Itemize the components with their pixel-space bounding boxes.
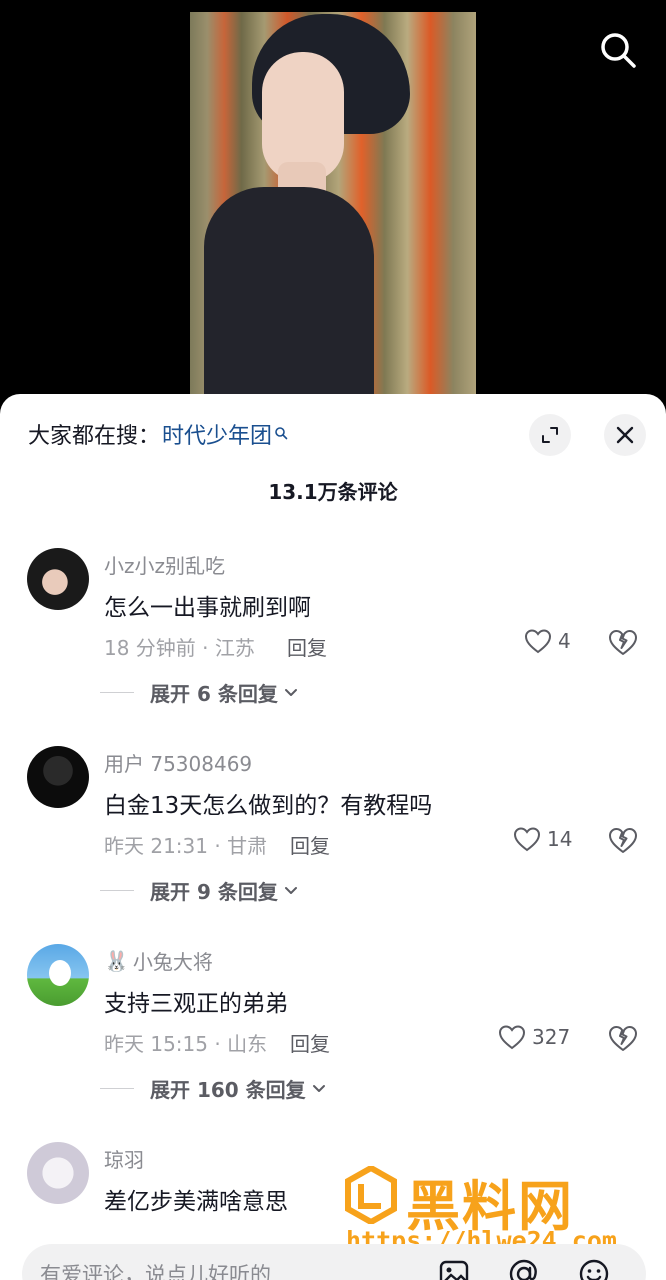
comment-text[interactable]: 差亿步美满啥意思: [104, 1182, 288, 1216]
image-icon: [439, 1260, 469, 1280]
close-icon: [616, 426, 634, 444]
comment-input-bar[interactable]: 有爱评论，说点儿好听的: [22, 1244, 646, 1280]
reply-button[interactable]: 回复: [290, 830, 330, 859]
search-button[interactable]: [596, 28, 640, 72]
dislike-button[interactable]: [608, 1024, 640, 1056]
avatar[interactable]: [27, 746, 89, 808]
comment-item: 🐰 小兔大将 支持三观正的弟弟 昨天 15:15 · 山东 回复 327 展开 …: [0, 944, 666, 1134]
close-button[interactable]: [604, 414, 646, 456]
divider: [100, 890, 134, 891]
comment-input-placeholder[interactable]: 有爱评论，说点儿好听的: [40, 1259, 436, 1280]
comment-text[interactable]: 白金13天怎么做到的？有教程吗: [104, 786, 432, 820]
comment-meta: 18 分钟前 · 江苏: [104, 636, 255, 660]
chevron-down-icon: [284, 688, 297, 696]
avatar[interactable]: [27, 548, 89, 610]
emoji-button[interactable]: [576, 1256, 612, 1280]
heart-icon: [513, 827, 541, 852]
trending-link[interactable]: 时代少年团: [162, 422, 272, 452]
search-icon: [601, 33, 636, 68]
dislike-button[interactable]: [608, 628, 640, 660]
comment-username[interactable]: 小z小z别乱吃: [104, 550, 225, 579]
expand-replies[interactable]: 展开 6 条回复: [100, 678, 300, 707]
comment-item: 小z小z别乱吃 怎么一出事就刷到啊 18 分钟前 · 江苏 回复 4 展开 6 …: [0, 548, 666, 738]
trending-prefix: 大家都在搜：: [28, 424, 161, 449]
divider: [100, 692, 134, 693]
reply-button[interactable]: 回复: [290, 1028, 330, 1057]
comment-meta: 昨天 15:15 · 山东: [104, 1032, 268, 1056]
expand-replies-label: 展开 160 条回复: [150, 1078, 306, 1102]
trending-search: 大家都在搜： 时代少年团: [28, 422, 288, 452]
expand-replies-label: 展开 6 条回复: [150, 682, 278, 706]
image-button[interactable]: [436, 1256, 472, 1280]
heart-icon: [498, 1025, 526, 1050]
avatar[interactable]: [27, 944, 89, 1006]
expand-replies[interactable]: 展开 9 条回复: [100, 876, 300, 905]
rabbit-emoji: 🐰: [104, 948, 129, 973]
comment-text[interactable]: 支持三观正的弟弟: [104, 984, 288, 1018]
expand-replies-label: 展开 9 条回复: [150, 880, 278, 904]
comment-username[interactable]: 🐰 小兔大将: [104, 946, 213, 975]
comment-text[interactable]: 怎么一出事就刷到啊: [104, 588, 311, 622]
avatar[interactable]: [27, 1142, 89, 1204]
like-count: 14: [547, 827, 573, 851]
avatar-bunny: [49, 960, 71, 986]
comment-username[interactable]: 琼羽: [104, 1144, 144, 1173]
expand-replies[interactable]: 展开 160 条回复: [100, 1074, 328, 1103]
like-count: 4: [558, 629, 571, 653]
emoji-icon: [579, 1259, 609, 1280]
comment-item: 用户 75308469 白金13天怎么做到的？有教程吗 昨天 21:31 · 甘…: [0, 746, 666, 936]
broken-heart-icon: [609, 1026, 637, 1051]
broken-heart-icon: [609, 828, 637, 853]
heart-icon: [524, 629, 552, 654]
video-area[interactable]: [0, 0, 666, 410]
mention-button[interactable]: [506, 1256, 542, 1280]
video-person-body: [204, 187, 374, 402]
dislike-button[interactable]: [608, 826, 640, 858]
comment-username[interactable]: 用户 75308469: [104, 748, 252, 777]
comment-count: 13.1万条评论: [268, 480, 398, 504]
like-button[interactable]: 14: [513, 826, 572, 852]
chevron-down-icon: [284, 886, 297, 894]
reply-button[interactable]: 回复: [287, 632, 327, 661]
mini-search-icon: [275, 427, 288, 440]
chevron-down-icon: [312, 1084, 325, 1092]
divider: [100, 1088, 134, 1089]
video-frame[interactable]: [190, 12, 476, 402]
watermark-logo-icon: [345, 1166, 397, 1224]
comment-sheet: 大家都在搜： 时代少年团 13.1万条评论 小z小z别乱吃 怎么一出事就刷到啊 …: [0, 394, 666, 1280]
expand-button[interactable]: [529, 414, 571, 456]
broken-heart-icon: [609, 630, 637, 655]
mention-icon: [509, 1259, 537, 1280]
comment-meta: 昨天 21:31 · 甘肃: [104, 834, 268, 858]
expand-icon: [542, 427, 558, 443]
like-button[interactable]: 4: [524, 628, 571, 654]
like-count: 327: [532, 1025, 571, 1049]
like-button[interactable]: 327: [498, 1024, 570, 1050]
